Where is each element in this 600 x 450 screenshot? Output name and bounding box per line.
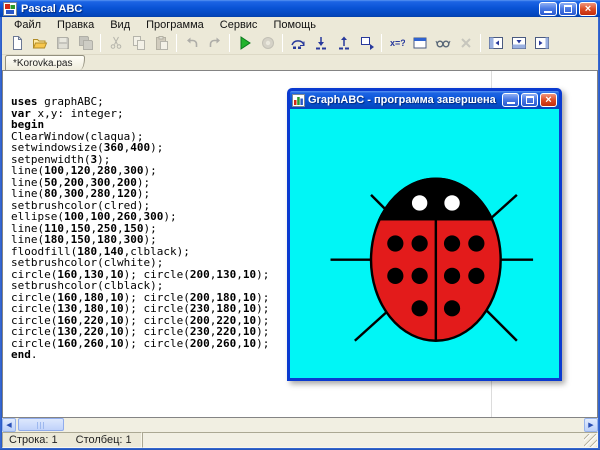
watch-icon [435,35,451,51]
close-x-button [454,33,477,54]
toolbar-separator [480,34,481,52]
new-file-button[interactable] [5,33,28,54]
run-icon [237,35,253,51]
horizontal-scrollbar: ◀ ▶ [2,418,598,432]
stop-button [256,33,279,54]
step-out-button[interactable] [332,33,355,54]
menu-bar: ФайлПравкаВидПрограммаСервисПомощь [2,17,598,32]
toolbar: x=? [2,32,598,55]
run-to-cursor-icon [359,35,375,51]
right-arrow-icon: ▶ [588,421,593,429]
scrollbar-track[interactable] [16,418,584,432]
maximize-button[interactable] [559,2,577,16]
cut-icon [108,35,124,51]
undo-icon [184,35,200,51]
scrollbar-thumb[interactable] [18,418,64,431]
step-over-button[interactable] [286,33,309,54]
output-window-button[interactable] [408,33,431,54]
panel-left-icon [488,35,504,51]
panel-left-button[interactable] [484,33,507,54]
paste-button [150,33,173,54]
maximize-icon [526,96,534,104]
status-line: Строка: 1 [9,434,58,446]
panel-right-icon [534,35,550,51]
menu-item-1[interactable]: Файл [6,18,49,32]
tab-korovka[interactable]: *Korovka.pas [5,55,85,70]
toolbar-separator [381,34,382,52]
step-into-icon [313,35,329,51]
status-message-panel [142,432,598,448]
toolbar-separator [100,34,101,52]
menu-item-3[interactable]: Вид [102,18,138,32]
graphabc-window-title: GraphABC - программа завершена [308,94,500,106]
graphabc-client-area [290,109,559,378]
left-arrow-icon: ◀ [6,421,11,429]
open-folder-button[interactable] [28,33,51,54]
minimize-button[interactable] [539,2,557,16]
svg-text:x=?: x=? [390,38,405,48]
new-file-icon [9,35,25,51]
status-bar: Строка: 1 Столбец: 1 [2,432,598,448]
watch-button[interactable] [431,33,454,54]
minimize-icon [507,101,515,104]
graphabc-minimize-button[interactable] [502,93,519,107]
save-icon [55,35,71,51]
graphabc-window[interactable]: GraphABC - программа завершена × [287,88,562,381]
output-window-icon [412,35,428,51]
toolbar-separator [282,34,283,52]
scroll-left-button[interactable]: ◀ [2,418,16,432]
redo-icon [207,35,223,51]
run-to-cursor-button[interactable] [355,33,378,54]
redo-button [203,33,226,54]
evaluate-button[interactable]: x=? [385,33,408,54]
save-all-icon [78,35,94,51]
copy-icon [131,35,147,51]
graphabc-canvas [290,109,559,378]
tab-label: *Korovka.pas [13,58,72,69]
window-title: Pascal ABC [21,3,537,15]
maximize-icon [564,5,572,13]
copy-button [127,33,150,54]
graphabc-maximize-button[interactable] [521,93,538,107]
cut-button [104,33,127,54]
window-border-left [0,17,2,448]
undo-button [180,33,203,54]
resize-grip[interactable] [584,434,597,447]
panel-right-button[interactable] [530,33,553,54]
status-column: Столбец: 1 [76,434,132,446]
menu-item-5[interactable]: Сервис [212,18,266,32]
minimize-icon [544,10,552,13]
open-folder-icon [32,35,48,51]
step-out-icon [336,35,352,51]
graphabc-close-button[interactable]: × [540,93,557,107]
step-into-button[interactable] [309,33,332,54]
save-button [51,33,74,54]
toolbar-separator [229,34,230,52]
graphabc-title-bar[interactable]: GraphABC - программа завершена × [290,91,559,109]
stop-icon [260,35,276,51]
menu-item-2[interactable]: Правка [49,18,102,32]
close-icon: × [545,95,551,105]
toolbar-separator [176,34,177,52]
evaluate-icon: x=? [389,35,405,51]
menu-item-6[interactable]: Помощь [265,18,324,32]
panel-bottom-icon [511,35,527,51]
tab-bar: *Korovka.pas [2,55,598,70]
run-button[interactable] [233,33,256,54]
pascal-abc-app-icon [3,2,17,16]
graphabc-app-icon [292,94,305,107]
paste-icon [154,35,170,51]
scroll-right-button[interactable]: ▶ [584,418,598,432]
status-position-panel: Строка: 1 Столбец: 1 [2,432,142,448]
menu-item-4[interactable]: Программа [138,18,212,32]
close-icon: × [585,4,591,14]
close-button[interactable]: × [579,2,597,16]
title-bar[interactable]: Pascal ABC × [0,0,600,17]
panel-bottom-button[interactable] [507,33,530,54]
save-all-button [74,33,97,54]
step-over-icon [290,35,306,51]
close-x-icon [458,35,474,51]
